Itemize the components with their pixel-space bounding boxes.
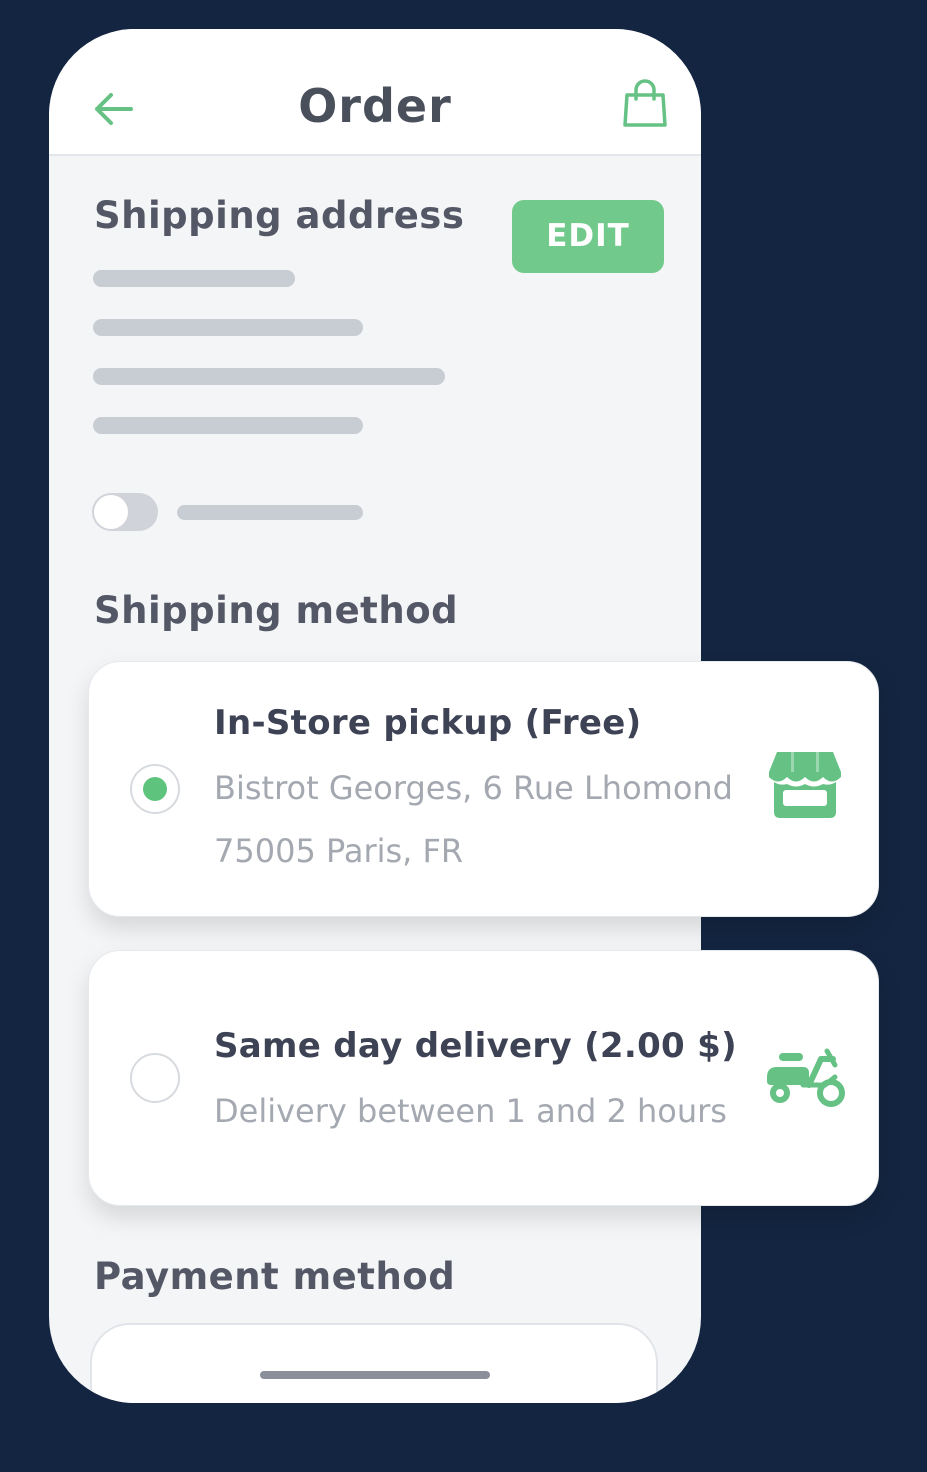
address-line-placeholder	[93, 417, 363, 434]
delivery-title: Same day delivery (2.00 $)	[214, 1026, 737, 1066]
edit-address-button[interactable]: EDIT	[512, 200, 664, 273]
page-title: Order	[298, 79, 452, 133]
address-line-placeholder	[93, 270, 295, 287]
toggle-label-placeholder	[177, 505, 363, 520]
shipping-option-pickup[interactable]: In-Store pickup (Free) Bistrot Georges, …	[88, 661, 879, 917]
scooter-icon	[767, 1048, 845, 1107]
address-line-placeholder	[93, 319, 363, 336]
payment-method-heading: Payment method	[94, 1255, 456, 1298]
payment-method-card[interactable]	[90, 1323, 658, 1403]
pickup-address-line: Bistrot Georges, 6 Rue Lhomond	[214, 769, 733, 807]
address-line-placeholder	[93, 368, 445, 385]
shopping-bag-icon[interactable]	[621, 79, 669, 129]
app-header: Order	[49, 29, 701, 156]
delivery-time-line: Delivery between 1 and 2 hours	[214, 1092, 727, 1130]
pickup-address-line: 75005 Paris, FR	[214, 832, 464, 870]
home-indicator	[260, 1371, 490, 1379]
pickup-radio[interactable]	[130, 764, 180, 814]
shipping-address-heading: Shipping address	[94, 194, 465, 237]
radio-selected-dot	[143, 777, 167, 801]
shipping-method-heading: Shipping method	[94, 589, 459, 632]
address-toggle[interactable]	[92, 493, 158, 531]
store-icon	[769, 752, 841, 818]
pickup-title: In-Store pickup (Free)	[214, 703, 642, 743]
toggle-knob	[94, 495, 128, 529]
shipping-option-delivery[interactable]: Same day delivery (2.00 $) Delivery betw…	[88, 950, 879, 1206]
delivery-radio[interactable]	[130, 1053, 180, 1103]
